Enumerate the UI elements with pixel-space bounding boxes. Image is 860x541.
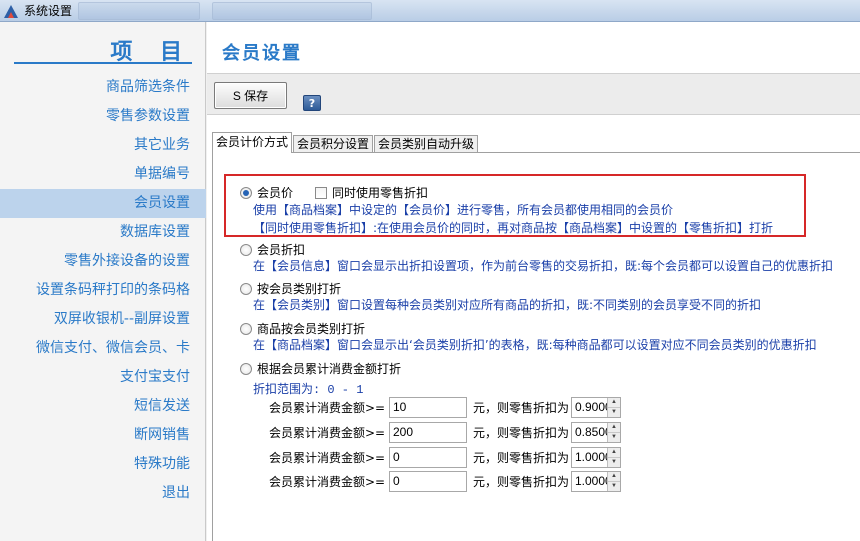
- tier-row: 会员累计消费金额>= 0 元，则零售折扣为 1.0000 ▲ ▼: [269, 470, 621, 492]
- tier-discount-spinner[interactable]: 1.0000 ▲ ▼: [571, 470, 621, 492]
- sidebar-item-retail-params[interactable]: 零售参数设置: [0, 102, 206, 131]
- sidebar-item-barcode-scale[interactable]: 设置条码秤打印的条码格: [0, 276, 206, 305]
- member-price-radio[interactable]: [240, 186, 252, 199]
- sidebar-heading: 项 目: [14, 34, 192, 65]
- app-logo-icon: [4, 4, 18, 18]
- member-discount-radio[interactable]: [240, 243, 252, 256]
- tier-row: 会员累计消费金额>= 10 元，则零售折扣为 0.9000 ▲ ▼: [269, 396, 621, 418]
- sidebar: 项 目 商品筛选条件 零售参数设置 其它业务 单据编号 会员设置 数据库设置 零…: [0, 22, 206, 541]
- option-member-discount[interactable]: 会员折扣: [240, 241, 305, 258]
- tab-member-points[interactable]: 会员积分设置: [293, 135, 374, 153]
- spinner-arrows[interactable]: ▲ ▼: [607, 422, 620, 442]
- tier-discount-spinner[interactable]: 0.8500 ▲ ▼: [571, 421, 621, 443]
- window-title: 系统设置: [24, 4, 73, 18]
- main-panel: 会员设置 S 保存 ? 会员计价方式 会员积分设置 会员类别自动升级 会员价 同时…: [207, 22, 860, 541]
- tab-strip: 会员计价方式 会员积分设置 会员类别自动升级: [212, 132, 479, 153]
- toolbar: S 保存 ?: [207, 73, 860, 115]
- tier-amount-input[interactable]: 200: [389, 421, 467, 443]
- sidebar-item-offline-sales[interactable]: 断网销售: [0, 421, 206, 450]
- sidebar-item-exit[interactable]: 退出: [0, 479, 206, 508]
- tier-mid-text: 元，则零售折扣为: [473, 425, 570, 440]
- spinner-down-icon[interactable]: ▼: [608, 458, 620, 467]
- spinner-down-icon[interactable]: ▼: [608, 433, 620, 442]
- tier-label: 会员累计消费金额>=: [269, 474, 386, 489]
- use-retail-discount-label: 同时使用零售折扣: [332, 186, 429, 200]
- cumulative-discount-label: 根据会员累计消费金额打折: [257, 362, 402, 376]
- spinner-up-icon[interactable]: ▲: [608, 472, 620, 482]
- spinner-up-icon[interactable]: ▲: [608, 448, 620, 458]
- sidebar-item-special-functions[interactable]: 特殊功能: [0, 450, 206, 479]
- spinner-arrows[interactable]: ▲ ▼: [607, 397, 620, 417]
- sidebar-item-dual-screen[interactable]: 双屏收银机--副屏设置: [0, 305, 206, 334]
- category-discount-desc: 在【会员类别】窗口设置每种会员类别对应所有商品的折扣，既:不同类别的会员享受不同…: [253, 298, 762, 312]
- tier-discount-spinner[interactable]: 1.0000 ▲ ▼: [571, 446, 621, 468]
- tier-label: 会员累计消费金额>=: [269, 425, 386, 440]
- help-icon[interactable]: ?: [303, 95, 321, 111]
- spinner-arrows[interactable]: ▲ ▼: [607, 447, 620, 467]
- tier-mid-text: 元，则零售折扣为: [473, 474, 570, 489]
- member-price-desc: 使用【商品档案】中设定的【会员价】进行零售，所有会员都使用相同的会员价: [253, 203, 674, 217]
- sidebar-item-member-settings[interactable]: 会员设置: [0, 189, 206, 218]
- background-window-tab: [212, 2, 372, 20]
- tier-row: 会员累计消费金额>= 200 元，则零售折扣为 0.8500 ▲ ▼: [269, 421, 621, 443]
- category-discount-radio[interactable]: [240, 282, 252, 295]
- spinner-up-icon[interactable]: ▲: [608, 398, 620, 408]
- tier-amount-input[interactable]: 0: [389, 446, 467, 468]
- tab-member-pricing[interactable]: 会员计价方式: [212, 132, 293, 153]
- sidebar-item-other-business[interactable]: 其它业务: [0, 131, 206, 160]
- option-cumulative-discount[interactable]: 根据会员累计消费金额打折: [240, 360, 401, 377]
- background-window-tab: [78, 2, 200, 20]
- sidebar-item-document-numbering[interactable]: 单据编号: [0, 160, 206, 189]
- sidebar-item-alipay[interactable]: 支付宝支付: [0, 363, 206, 392]
- tier-discount-spinner[interactable]: 0.9000 ▲ ▼: [571, 396, 621, 418]
- discount-range-label: 折扣范围为: 0 - 1: [253, 383, 364, 397]
- sidebar-item-database-settings[interactable]: 数据库设置: [0, 218, 206, 247]
- tier-mid-text: 元，则零售折扣为: [473, 400, 570, 415]
- cumulative-discount-radio[interactable]: [240, 362, 252, 375]
- member-price-label: 会员价: [257, 186, 294, 200]
- product-category-discount-label: 商品按会员类别打折: [257, 322, 366, 336]
- tab-member-auto-upgrade[interactable]: 会员类别自动升级: [374, 135, 479, 153]
- page-title: 会员设置: [222, 43, 302, 64]
- sidebar-item-retail-devices[interactable]: 零售外接设备的设置: [0, 247, 206, 276]
- window-titlebar: 系统设置: [0, 0, 860, 22]
- option-product-category-discount[interactable]: 商品按会员类别打折: [240, 320, 365, 337]
- sidebar-item-wechat-pay[interactable]: 微信支付、微信会员、卡: [0, 334, 206, 363]
- spinner-up-icon[interactable]: ▲: [608, 423, 620, 433]
- sidebar-menu: 商品筛选条件 零售参数设置 其它业务 单据编号 会员设置 数据库设置 零售外接设…: [0, 73, 206, 508]
- sidebar-item-product-filter[interactable]: 商品筛选条件: [0, 73, 206, 102]
- member-discount-label: 会员折扣: [257, 243, 306, 257]
- tier-row: 会员累计消费金额>= 0 元，则零售折扣为 1.0000 ▲ ▼: [269, 446, 621, 468]
- option-member-price[interactable]: 会员价 同时使用零售折扣: [240, 184, 428, 201]
- retail-discount-desc: 【同时使用零售折扣】:在使用会员价的同时，再对商品按【商品档案】中设置的【零售折…: [253, 221, 774, 235]
- save-button[interactable]: S 保存: [214, 82, 287, 109]
- category-discount-label: 按会员类别打折: [257, 282, 342, 296]
- tier-mid-text: 元，则零售折扣为: [473, 450, 570, 465]
- product-category-discount-desc: 在【商品档案】窗口会显示出‘会员类别折扣’的表格，既:每种商品都可以设置对应不同…: [253, 338, 817, 352]
- spinner-down-icon[interactable]: ▼: [608, 408, 620, 417]
- tier-amount-input[interactable]: 10: [389, 396, 467, 418]
- use-retail-discount-checkbox[interactable]: [315, 186, 328, 199]
- spinner-arrows[interactable]: ▲ ▼: [607, 471, 620, 491]
- sidebar-item-sms[interactable]: 短信发送: [0, 392, 206, 421]
- spinner-down-icon[interactable]: ▼: [608, 482, 620, 491]
- option-category-discount[interactable]: 按会员类别打折: [240, 280, 341, 297]
- member-discount-desc: 在【会员信息】窗口会显示出折扣设置项，作为前台零售的交易折扣，既:每个会员都可以…: [253, 259, 834, 273]
- tier-label: 会员累计消费金额>=: [269, 400, 386, 415]
- product-category-discount-radio[interactable]: [240, 322, 252, 335]
- tier-amount-input[interactable]: 0: [389, 470, 467, 492]
- tier-label: 会员累计消费金额>=: [269, 450, 386, 465]
